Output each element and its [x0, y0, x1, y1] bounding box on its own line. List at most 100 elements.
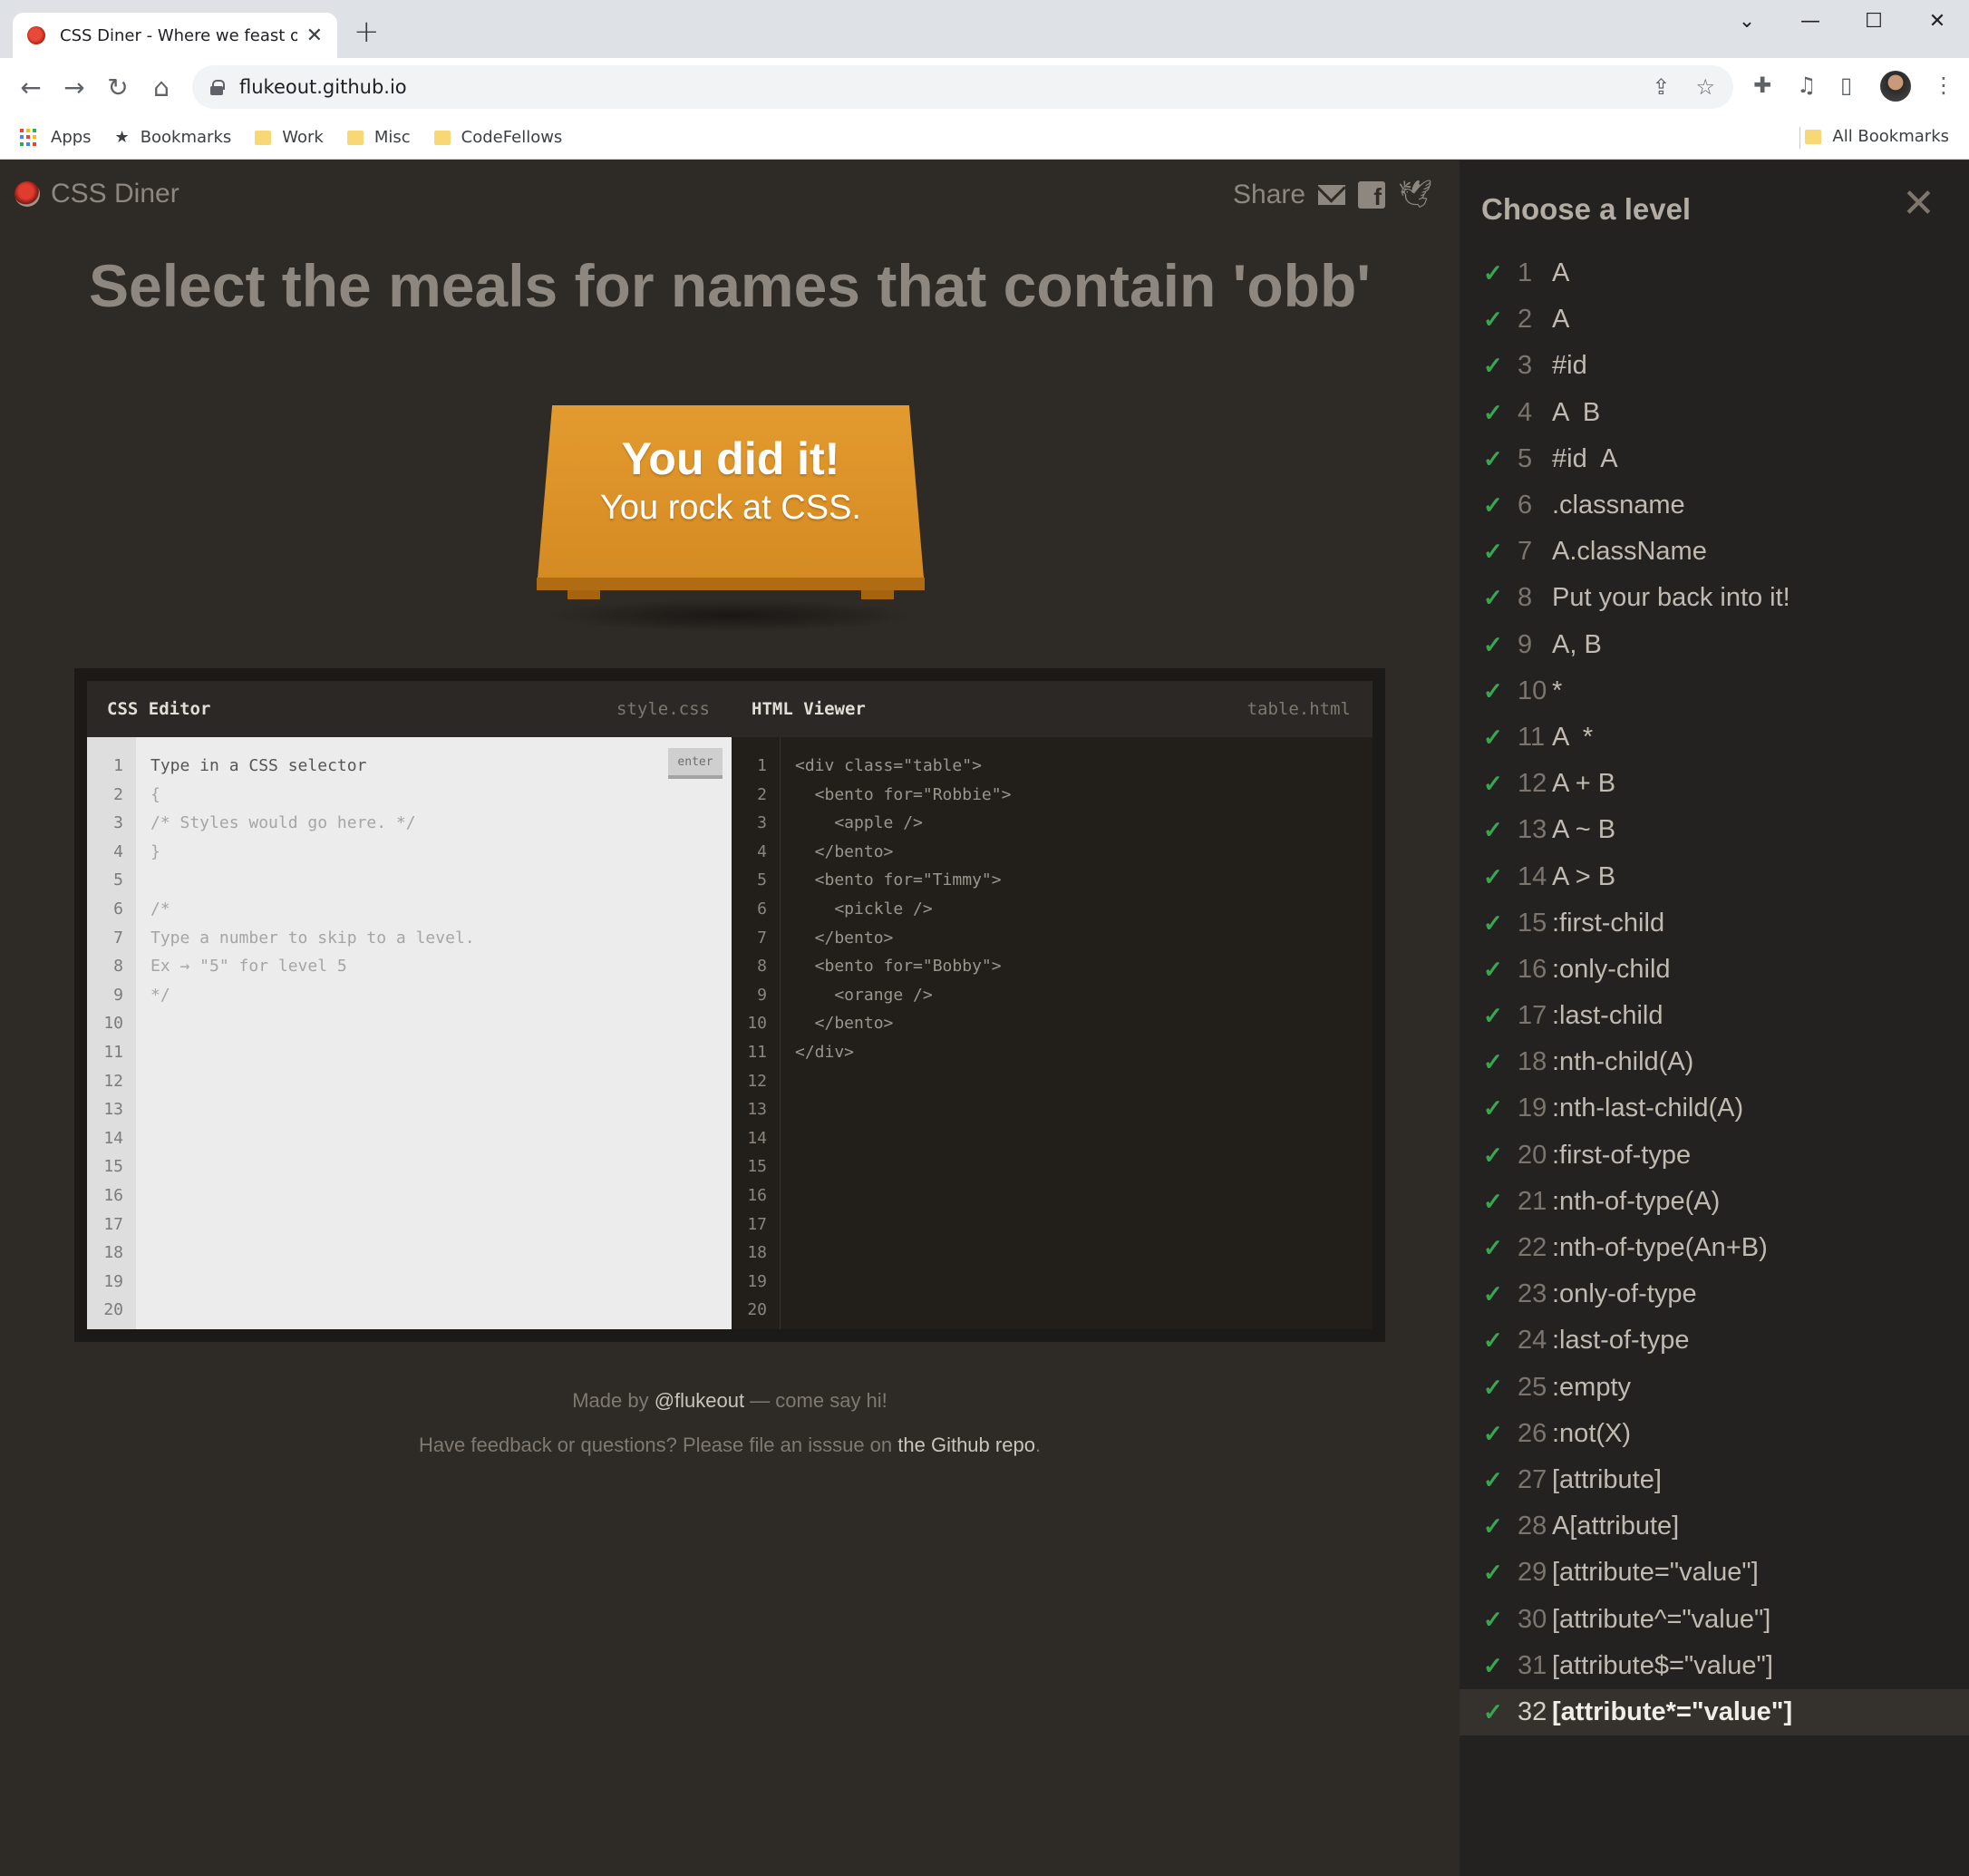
- reload-button[interactable]: ↻: [102, 71, 134, 103]
- new-tab-button[interactable]: +: [354, 16, 380, 47]
- level-item[interactable]: ✓ 27 [attribute]: [1460, 1457, 1969, 1503]
- level-name: [attribute="value"]: [1552, 1558, 1759, 1588]
- level-item[interactable]: ✓ 21:nth-of-type(A): [1460, 1179, 1969, 1225]
- level-item[interactable]: ✓ 31 [attribute$="value"]: [1460, 1643, 1969, 1689]
- level-item[interactable]: ✓ 1 A: [1460, 250, 1969, 296]
- home-button[interactable]: ⌂: [145, 71, 178, 103]
- favicon-icon: [27, 26, 45, 44]
- close-window-button[interactable]: ✕: [1906, 0, 1969, 42]
- level-name: .classname: [1552, 491, 1685, 520]
- level-item[interactable]: ✓ 8 Put your back into it!: [1460, 575, 1969, 621]
- flukeout-link[interactable]: @flukeout: [655, 1389, 744, 1412]
- enter-button[interactable]: enter: [668, 748, 723, 779]
- profile-avatar[interactable]: [1880, 71, 1911, 102]
- close-tab-icon[interactable]: ✕: [306, 24, 323, 47]
- level-item[interactable]: ✓ 12 A + B: [1460, 761, 1969, 807]
- email-icon[interactable]: [1318, 184, 1346, 205]
- level-item[interactable]: ✓ 4 A B: [1460, 390, 1969, 436]
- bookmark-codefellows[interactable]: CodeFellows: [433, 128, 562, 147]
- level-number: 27: [1518, 1464, 1547, 1494]
- css-selector-input[interactable]: Type in a CSS selector: [150, 752, 732, 781]
- media-controls-icon[interactable]: ♫: [1797, 73, 1817, 98]
- level-item[interactable]: ✓ 22:nth-of-type(An+B): [1460, 1225, 1969, 1271]
- html-viewer-filename: table.html: [1246, 699, 1351, 719]
- level-name: :last-of-type: [1552, 1326, 1690, 1356]
- bookmark-work[interactable]: Work: [255, 128, 324, 147]
- level-number: 6: [1518, 491, 1533, 520]
- level-item[interactable]: ✓ 10 *: [1460, 668, 1969, 714]
- address-bar[interactable]: flukeout.github.io ⇪ ☆: [192, 65, 1733, 109]
- menu-icon[interactable]: ⋮: [1933, 73, 1954, 98]
- checkmark-icon: ✓: [1483, 1280, 1503, 1308]
- github-repo-link[interactable]: the Github repo: [897, 1434, 1035, 1456]
- css-editor: CSS Editor style.css 1 2 3 4 5 6 7 8 9 1…: [87, 681, 732, 1329]
- twitter-icon[interactable]: 🕊: [1398, 179, 1432, 210]
- back-button[interactable]: ←: [15, 71, 47, 103]
- level-name: A: [1552, 305, 1570, 335]
- level-item[interactable]: ✓ 16:only-child: [1460, 947, 1969, 993]
- close-icon[interactable]: ✕: [1902, 180, 1935, 227]
- level-item[interactable]: ✓ 18:nth-child(A): [1460, 1039, 1969, 1085]
- share-page-icon[interactable]: ⇪: [1652, 74, 1670, 100]
- level-name: *: [1552, 676, 1563, 705]
- level-name: :only-child: [1552, 954, 1671, 984]
- level-item[interactable]: ✓ 32 [attribute*="value"]: [1460, 1688, 1969, 1735]
- level-number: 26: [1518, 1418, 1547, 1448]
- checkmark-icon: ✓: [1483, 1605, 1503, 1633]
- bookmark-bookmarks[interactable]: ★ Bookmarks: [115, 128, 232, 147]
- level-item[interactable]: ✓ 24:last-of-type: [1460, 1317, 1969, 1364]
- level-item[interactable]: ✓ 29 [attribute="value"]: [1460, 1550, 1969, 1596]
- level-item[interactable]: ✓ 26:not(X): [1460, 1411, 1969, 1457]
- level-item[interactable]: ✓ 28 A[attribute]: [1460, 1503, 1969, 1550]
- level-item[interactable]: ✓ 13 A ~ B: [1460, 807, 1969, 853]
- level-item[interactable]: ✓ 5 #id A: [1460, 436, 1969, 482]
- level-item[interactable]: ✓ 15:first-child: [1460, 900, 1969, 947]
- css-code-body: { /* Styles would go here. */ } /* Type …: [150, 784, 475, 1005]
- level-number: 4: [1518, 397, 1533, 427]
- facebook-icon[interactable]: f: [1358, 180, 1386, 209]
- level-name: :nth-child(A): [1552, 1047, 1694, 1077]
- checkmark-icon: ✓: [1483, 1327, 1503, 1355]
- checkmark-icon: ✓: [1483, 259, 1503, 287]
- checkmark-icon: ✓: [1483, 444, 1503, 472]
- url-text[interactable]: flukeout.github.io: [239, 76, 1626, 98]
- level-item[interactable]: ✓ 2 A: [1460, 296, 1969, 343]
- dining-table: You did it! You rock at CSS.: [537, 405, 925, 632]
- level-name: A.className: [1552, 537, 1707, 567]
- level-item[interactable]: ✓ 14 A > B: [1460, 853, 1969, 899]
- level-number: 32: [1518, 1696, 1547, 1726]
- all-bookmarks[interactable]: All Bookmarks: [1805, 127, 1949, 146]
- tab-strip: CSS Diner - Where we feast on C ✕ + ⌄ — …: [0, 0, 1969, 58]
- level-item[interactable]: ✓ 7 A.className: [1460, 529, 1969, 575]
- level-item[interactable]: ✓ 9 A, B: [1460, 622, 1969, 668]
- lock-icon[interactable]: [210, 80, 225, 95]
- level-item[interactable]: ✓ 25:empty: [1460, 1365, 1969, 1411]
- level-number: 22: [1518, 1233, 1547, 1263]
- extensions-icon[interactable]: ✚: [1753, 73, 1771, 98]
- browser-tab[interactable]: CSS Diner - Where we feast on C ✕: [13, 13, 337, 58]
- table-leg: [567, 590, 600, 599]
- level-item[interactable]: ✓ 30 [attribute^="value"]: [1460, 1596, 1969, 1642]
- level-number: 31: [1518, 1650, 1547, 1680]
- tab-search-button[interactable]: ⌄: [1715, 0, 1779, 42]
- level-name: :first-of-type: [1552, 1140, 1692, 1170]
- window-controls: ⌄ — ☐ ✕: [1715, 0, 1969, 42]
- level-item[interactable]: ✓ 17:last-child: [1460, 993, 1969, 1039]
- level-item[interactable]: ✓ 3 #id: [1460, 343, 1969, 389]
- folder-icon: [1805, 129, 1822, 144]
- level-number: 15: [1518, 908, 1547, 938]
- forward-button[interactable]: →: [58, 71, 91, 103]
- minimize-button[interactable]: —: [1779, 0, 1842, 42]
- level-number: 28: [1518, 1511, 1547, 1541]
- level-item[interactable]: ✓ 6 .classname: [1460, 482, 1969, 529]
- bookmark-misc[interactable]: Misc: [346, 128, 411, 147]
- bookmark-star-icon[interactable]: ☆: [1695, 74, 1715, 100]
- side-panel-icon[interactable]: ▯: [1840, 73, 1852, 98]
- bookmark-apps[interactable]: Apps: [20, 128, 92, 147]
- level-item[interactable]: ✓ 20:first-of-type: [1460, 1132, 1969, 1179]
- level-item[interactable]: ✓ 11 A *: [1460, 714, 1969, 761]
- level-item[interactable]: ✓ 23:only-of-type: [1460, 1271, 1969, 1317]
- level-item[interactable]: ✓ 19:nth-last-child(A): [1460, 1085, 1969, 1132]
- level-number: 16: [1518, 954, 1547, 984]
- maximize-button[interactable]: ☐: [1842, 0, 1906, 42]
